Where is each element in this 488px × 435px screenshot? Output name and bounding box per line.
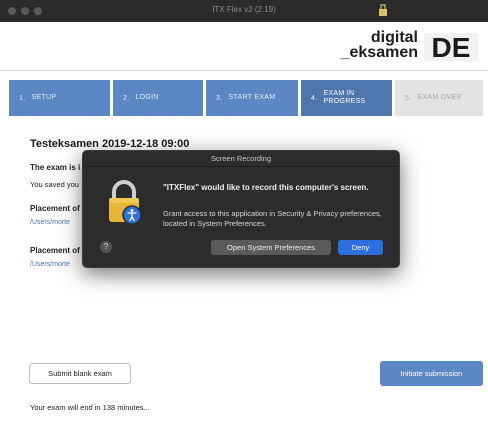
initiate-submission-button[interactable]: Initiate submission [380, 361, 483, 386]
step-exam-in-progress: 4. EXAM IN PROGRESS [301, 80, 392, 116]
brand-header: digital _eksamen DE [0, 22, 488, 71]
submit-blank-exam-button[interactable]: Submit blank exam [29, 363, 131, 384]
step-exam-over: 5. EXAM OVER [395, 80, 483, 116]
lock-icon [109, 180, 142, 225]
placement1-label: Placement of [30, 204, 80, 213]
brand-logo: DE [424, 32, 478, 63]
dialog-heading: "ITXFlex" would like to record this comp… [163, 183, 369, 192]
brand-line2: _eksamen [340, 44, 418, 61]
placement1-path-link[interactable]: /Users/morte [30, 219, 70, 226]
window-titlebar: ITX Flex v2 (2.19) [0, 0, 488, 22]
open-system-preferences-button[interactable]: Open System Preferences [211, 240, 331, 255]
step-login: 2. LOGIN [113, 80, 203, 116]
exam-title: Testeksamen 2019-12-18 09:00 [30, 138, 190, 150]
app-title-icon [379, 4, 387, 16]
dialog-title: Screen Recording [210, 154, 272, 163]
brand-name: digital _eksamen [340, 30, 418, 61]
brand-logo-text: DE [432, 32, 471, 63]
saved-info-text: You saved you [30, 180, 79, 189]
step-start-exam: 3. START EXAM [206, 80, 298, 116]
placement2-label: Placement of [30, 246, 80, 255]
step-setup: 1. SETUP [9, 80, 110, 116]
deny-button[interactable]: Deny [338, 240, 383, 255]
help-icon[interactable]: ? [100, 241, 112, 253]
time-remaining-text: Your exam will end in 138 minutes... [30, 403, 150, 412]
screen-recording-dialog: Screen Recording "ITXFlex" would like to… [82, 150, 400, 268]
placement2-path-link[interactable]: /Users/morte [30, 261, 70, 268]
exam-step-bar: 1. SETUP 2. LOGIN 3. START EXAM 4. EXAM IN P… [0, 80, 488, 116]
accessibility-badge-icon [122, 205, 142, 225]
window-title: ITX Flex v2 (2.19) [212, 5, 276, 14]
exam-status-text: The exam is i [30, 163, 81, 172]
dialog-body: Grant access to this application in Secu… [163, 209, 382, 228]
dialog-divider [83, 166, 399, 167]
